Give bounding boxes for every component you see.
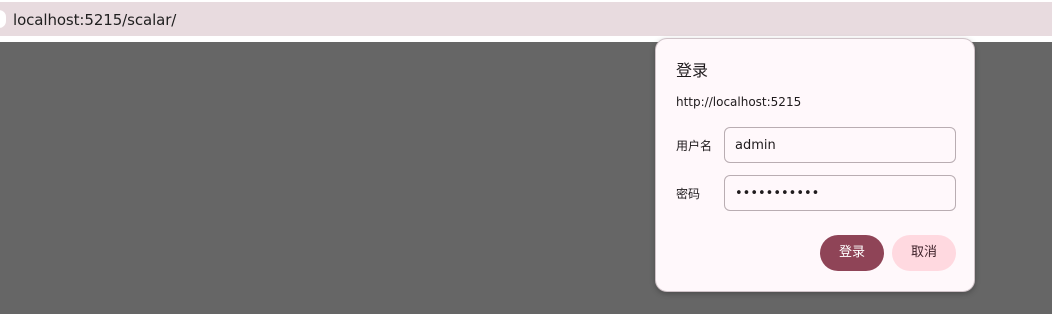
address-url[interactable]: localhost:5215/scalar/	[13, 11, 176, 29]
login-button[interactable]: 登录	[820, 235, 884, 271]
password-input[interactable]	[724, 175, 956, 211]
site-info-icon[interactable]	[0, 10, 6, 28]
password-label: 密码	[676, 187, 701, 201]
dialog-origin: http://localhost:5215	[676, 95, 802, 109]
username-input[interactable]	[724, 127, 956, 163]
username-label: 用户名	[676, 139, 713, 153]
login-dialog: 登录 http://localhost:5215 用户名 密码 登录 取消	[655, 38, 975, 292]
dialog-title: 登录	[676, 61, 709, 80]
cancel-button[interactable]: 取消	[892, 235, 956, 271]
address-bar[interactable]: localhost:5215/scalar/	[0, 2, 1052, 36]
